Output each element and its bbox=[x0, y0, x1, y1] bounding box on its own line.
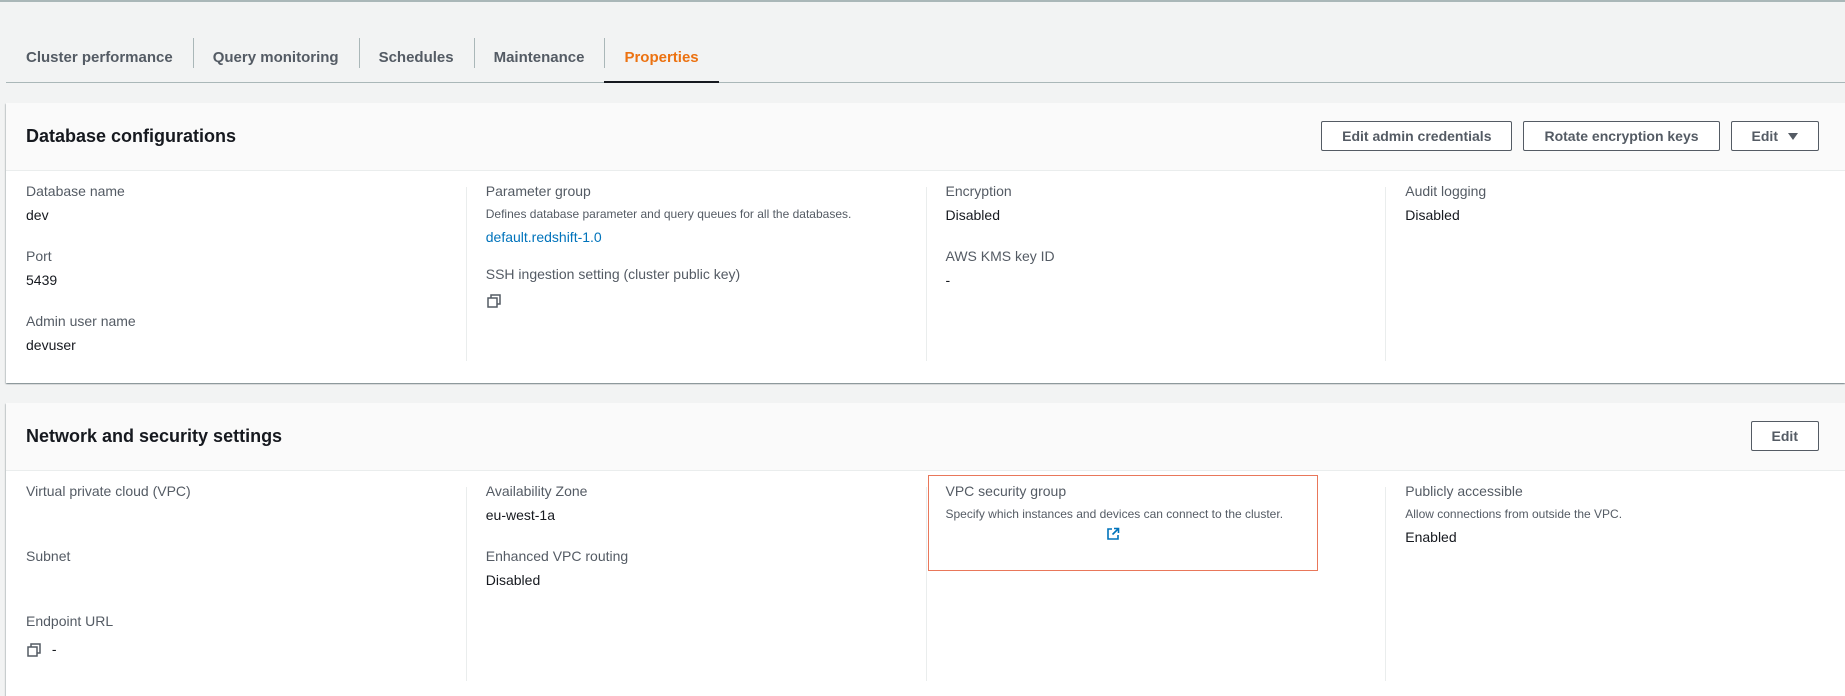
edit-network-button[interactable]: Edit bbox=[1750, 421, 1819, 451]
network-column-2: Availability Zone eu-west-1a Enhanced VP… bbox=[465, 481, 926, 681]
endpoint-url-field: Endpoint URL - bbox=[26, 611, 446, 659]
header-actions: Edit bbox=[1750, 421, 1819, 451]
button-label: Edit admin credentials bbox=[1342, 128, 1492, 144]
copy-icon[interactable] bbox=[26, 642, 42, 658]
endpoint-value-row: - bbox=[26, 639, 446, 659]
panel-title: Network and security settings bbox=[26, 426, 283, 446]
rotate-encryption-keys-button[interactable]: Rotate encryption keys bbox=[1523, 121, 1720, 151]
config-column-2: Parameter group Defines database paramet… bbox=[465, 181, 926, 361]
header-actions: Edit admin credentials Rotate encryption… bbox=[1321, 121, 1819, 151]
subnet-field: Subnet bbox=[26, 546, 446, 566]
button-label: Edit bbox=[1771, 428, 1798, 444]
tab-bar: Cluster performance Query monitoring Sch… bbox=[6, 33, 1845, 83]
port-field: Port 5439 bbox=[26, 246, 446, 290]
ssh-ingestion-field: SSH ingestion setting (cluster public ke… bbox=[486, 264, 906, 310]
tab-query-monitoring[interactable]: Query monitoring bbox=[192, 33, 359, 81]
field-label: Parameter group bbox=[485, 183, 591, 199]
field-label: Availability Zone bbox=[485, 483, 588, 499]
field-value: Disabled bbox=[945, 207, 1000, 223]
field-label: AWS KMS key ID bbox=[945, 248, 1055, 264]
field-value: Disabled bbox=[485, 572, 541, 588]
panel-header: Network and security settings Edit bbox=[6, 403, 1845, 471]
field-label: Virtual private cloud (VPC) bbox=[26, 483, 191, 499]
database-configurations-panel: Database configurations Edit admin crede… bbox=[6, 103, 1845, 383]
button-label: Edit bbox=[1751, 128, 1778, 144]
tab-maintenance[interactable]: Maintenance bbox=[473, 33, 605, 81]
copy-icon bbox=[487, 294, 501, 308]
vpc-field: Virtual private cloud (VPC) bbox=[26, 481, 446, 501]
field-value: Enabled bbox=[1405, 529, 1457, 545]
network-column-1: Virtual private cloud (VPC) Subnet Endpo… bbox=[6, 481, 466, 681]
field-value: - bbox=[945, 272, 951, 288]
parameter-group-link[interactable]: default.redshift-1.0 bbox=[486, 227, 602, 247]
network-column-4: Publicly accessible Allow connections fr… bbox=[1385, 481, 1845, 681]
network-columns: Virtual private cloud (VPC) Subnet Endpo… bbox=[6, 471, 1845, 681]
field-label: Subnet bbox=[26, 548, 71, 564]
kms-key-field: AWS KMS key ID - bbox=[946, 246, 1366, 290]
field-label: Publicly accessible bbox=[1405, 483, 1523, 499]
database-name-field: Database name dev bbox=[26, 181, 446, 225]
enhanced-vpc-routing-field: Enhanced VPC routing Disabled bbox=[486, 546, 906, 590]
availability-zone-field: Availability Zone eu-west-1a bbox=[486, 481, 906, 525]
tab-schedules[interactable]: Schedules bbox=[358, 33, 474, 81]
panel-header: Database configurations Edit admin crede… bbox=[6, 103, 1845, 171]
audit-logging-field: Audit logging Disabled bbox=[1405, 181, 1825, 225]
admin-user-field: Admin user name devuser bbox=[26, 311, 446, 355]
caret-down-icon bbox=[1788, 132, 1798, 140]
field-value: devuser bbox=[26, 337, 76, 353]
tab-properties[interactable]: Properties bbox=[604, 33, 719, 83]
edit-admin-credentials-button[interactable]: Edit admin credentials bbox=[1321, 121, 1513, 151]
field-value: dev bbox=[26, 207, 49, 223]
field-label: Encryption bbox=[945, 183, 1012, 199]
vpc-security-group-highlight bbox=[927, 475, 1318, 571]
encryption-field: Encryption Disabled bbox=[946, 181, 1366, 225]
field-description: Defines database parameter and query que… bbox=[485, 207, 852, 221]
field-label: SSH ingestion setting (cluster public ke… bbox=[485, 266, 741, 282]
field-label: Database name bbox=[26, 183, 125, 199]
field-label: Admin user name bbox=[26, 313, 136, 329]
panel-title: Database configurations bbox=[26, 126, 237, 146]
edit-dropdown-button[interactable]: Edit bbox=[1730, 121, 1819, 151]
config-column-4: Audit logging Disabled bbox=[1385, 181, 1845, 361]
field-label: Endpoint URL bbox=[26, 613, 114, 629]
field-value: 5439 bbox=[26, 272, 58, 288]
field-label: Port bbox=[26, 248, 52, 264]
publicly-accessible-field: Publicly accessible Allow connections fr… bbox=[1405, 481, 1825, 547]
network-column-3: VPC security group Specify which instanc… bbox=[925, 475, 1386, 681]
field-value: Disabled bbox=[1405, 207, 1460, 223]
button-label: Rotate encryption keys bbox=[1544, 128, 1699, 144]
parameter-group-field: Parameter group Defines database paramet… bbox=[486, 181, 906, 247]
top-divider bbox=[0, 0, 1845, 4]
config-columns: Database name dev Port 5439 Admin user n… bbox=[6, 171, 1845, 361]
config-column-1: Database name dev Port 5439 Admin user n… bbox=[6, 181, 466, 361]
field-value: eu-west-1a bbox=[485, 507, 556, 523]
field-value: - bbox=[51, 641, 57, 657]
field-description: Allow connections from outside the VPC. bbox=[1405, 507, 1623, 521]
field-label: Enhanced VPC routing bbox=[485, 548, 629, 564]
copy-button[interactable] bbox=[486, 292, 906, 310]
tab-cluster-performance[interactable]: Cluster performance bbox=[6, 33, 193, 81]
field-label: Audit logging bbox=[1405, 183, 1487, 199]
config-column-3: Encryption Disabled AWS KMS key ID - bbox=[925, 181, 1386, 361]
network-security-panel: Network and security settings Edit Virtu… bbox=[6, 403, 1845, 696]
